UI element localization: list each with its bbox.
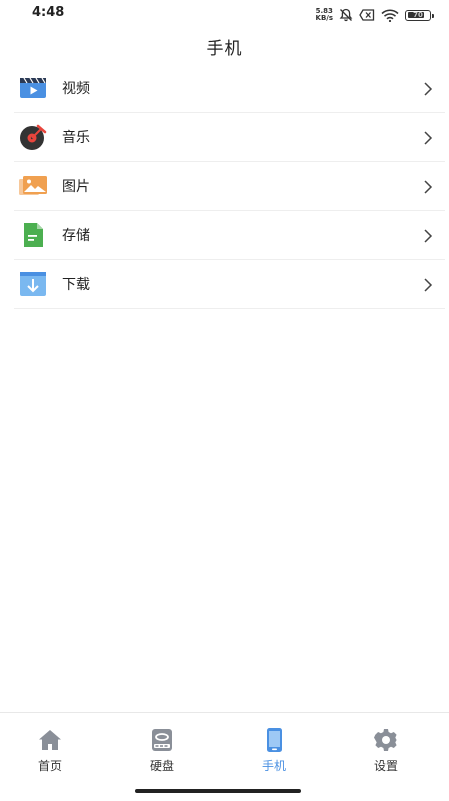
menu-item-downloads[interactable]: 下载	[14, 260, 445, 309]
nav-settings[interactable]: 设置	[346, 727, 426, 774]
battery-level: 70	[413, 11, 423, 19]
menu-item-label: 音乐	[62, 130, 90, 146]
settings-icon	[374, 729, 397, 751]
chevron-right-icon	[424, 180, 433, 194]
nav-label: 首页	[37, 759, 62, 773]
nav-hard-disk[interactable]: 硬盘	[122, 727, 202, 774]
menu-list: 视频 音乐 图片 存储 下载	[0, 64, 449, 309]
nav-phone[interactable]: 手机	[234, 727, 314, 774]
no-sim-icon	[359, 9, 375, 21]
nav-label: 设置	[373, 759, 398, 773]
home-icon	[39, 730, 61, 750]
menu-item-music[interactable]: 音乐	[14, 113, 445, 162]
music-icon	[20, 124, 47, 150]
menu-item-label: 下载	[62, 277, 90, 293]
menu-item-video[interactable]: 视频	[14, 64, 445, 113]
menu-item-label: 图片	[62, 179, 90, 195]
bottom-nav: 首页 硬盘 手机 设置	[0, 712, 449, 801]
menu-item-label: 存储	[62, 228, 90, 244]
menu-item-label: 视频	[62, 81, 90, 97]
battery-icon: 70	[405, 9, 434, 21]
menu-item-storage[interactable]: 存储	[14, 211, 445, 260]
phone-icon	[267, 728, 282, 752]
storage-icon	[24, 223, 43, 247]
status-time: 4:48	[32, 5, 65, 20]
download-icon	[20, 272, 46, 296]
chevron-right-icon	[424, 278, 433, 292]
chevron-right-icon	[424, 131, 433, 145]
network-speed: 5.83 KB/s	[315, 7, 333, 22]
nav-label: 手机	[261, 759, 286, 773]
status-icons: 5.83 KB/s 70	[315, 7, 434, 22]
page-title: 手机	[206, 39, 243, 59]
bell-muted-icon	[339, 8, 353, 22]
wifi-icon	[381, 9, 399, 22]
status-bar: 4:48 5.83 KB/s 70	[0, 0, 449, 30]
nav-label: 硬盘	[149, 759, 174, 773]
home-indicator[interactable]	[135, 789, 301, 793]
menu-item-images[interactable]: 图片	[14, 162, 445, 211]
chevron-right-icon	[424, 229, 433, 243]
nav-home[interactable]: 首页	[10, 727, 90, 774]
image-icon	[19, 176, 47, 195]
video-icon	[20, 77, 46, 98]
chevron-right-icon	[424, 82, 433, 96]
hard-disk-icon	[152, 729, 172, 751]
